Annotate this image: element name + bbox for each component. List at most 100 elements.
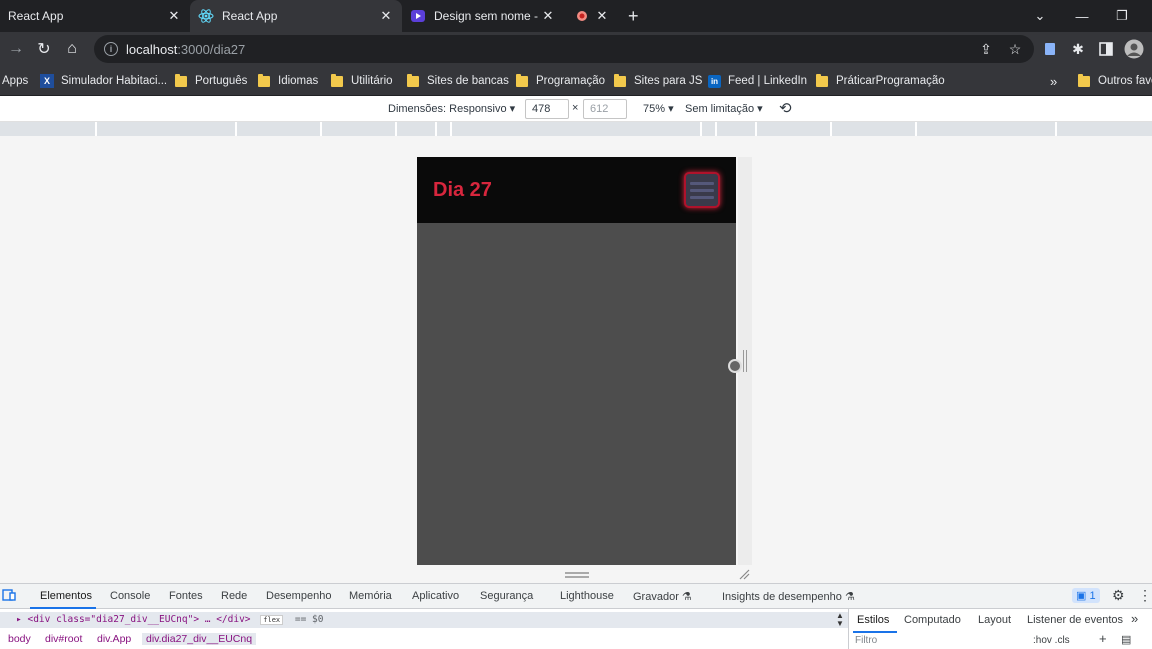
more-tabs-icon[interactable]: »	[1131, 611, 1138, 626]
folder-icon	[407, 73, 419, 87]
bookmark-label: Outros favo	[1098, 75, 1152, 87]
tab-layout[interactable]: Layout	[978, 614, 1011, 626]
tab-gravador[interactable]: Gravador ⚗	[633, 590, 692, 603]
zoom-select[interactable]: 75% ▾	[643, 102, 674, 115]
computed-styles-icon[interactable]: ▤	[1121, 633, 1131, 646]
bookmark-folder[interactable]: Utilitário	[331, 73, 393, 89]
tab-search-icon[interactable]: ⌄	[1020, 0, 1060, 32]
url-path: :3000/dia27	[177, 41, 246, 57]
tab-console[interactable]: Console	[110, 590, 150, 602]
tab-estilos[interactable]: Estilos	[857, 614, 889, 626]
menu-bar	[690, 195, 714, 199]
dimensions-select[interactable]: Dimensões: Responsivo ▾	[388, 102, 515, 115]
folder-icon	[258, 73, 270, 87]
flex-badge[interactable]: flex	[260, 615, 284, 625]
close-icon[interactable]: ✕	[540, 8, 556, 24]
tab-rede[interactable]: Rede	[221, 590, 247, 602]
height-input[interactable]: 612	[583, 99, 627, 119]
folder-icon	[175, 73, 187, 87]
more-bookmarks-icon[interactable]: »	[1050, 73, 1057, 89]
tab-insights[interactable]: Insights de desempenho ⚗	[722, 590, 855, 603]
resize-corner-icon[interactable]	[738, 568, 750, 580]
bookmark-folder-other[interactable]: Outros favo	[1078, 73, 1152, 89]
expand-arrow-icon[interactable]: ▸	[16, 614, 22, 625]
tab-aplicativo[interactable]: Aplicativo	[412, 590, 459, 602]
close-icon[interactable]: ✕	[596, 8, 608, 24]
extensions-icon[interactable]: ✱	[1066, 37, 1090, 61]
tab-desempenho[interactable]: Desempenho	[266, 590, 331, 602]
resize-grip-icon[interactable]	[743, 350, 747, 372]
browser-tab-active[interactable]: React App ✕	[190, 0, 402, 32]
minimize-icon[interactable]: —	[1062, 0, 1102, 32]
devtools-tab-bar: Elementos Console Fontes Rede Desempenho…	[0, 584, 1152, 609]
tab-computado[interactable]: Computado	[904, 614, 961, 626]
flask-icon: ⚗	[681, 591, 692, 603]
scroll-arrows-icon[interactable]: ▲ ▼	[836, 612, 844, 628]
folder-icon	[1078, 73, 1090, 87]
tab-elementos[interactable]: Elementos	[40, 590, 92, 602]
app-title: Dia 27	[433, 179, 492, 201]
throttle-label: Sem limitação	[685, 103, 755, 115]
close-icon[interactable]: ✕	[166, 8, 182, 24]
settings-gear-icon[interactable]: ⚙	[1112, 587, 1125, 604]
styles-filter-input[interactable]: Filtro	[855, 635, 877, 646]
close-icon[interactable]: ✕	[378, 8, 394, 24]
width-input[interactable]: 478	[525, 99, 569, 119]
bookmark-folder[interactable]: Português	[175, 73, 247, 89]
bookmark-apps[interactable]: Apps	[2, 73, 28, 89]
bookmark-folder[interactable]: Sites de bancas	[407, 73, 509, 89]
profile-avatar-icon[interactable]	[1122, 37, 1146, 61]
new-tab-button[interactable]: +	[620, 0, 648, 32]
reload-icon[interactable]: ↻	[32, 37, 56, 61]
styles-pane: Estilos Computado Layout Listener de eve…	[848, 609, 1152, 649]
bookmark-label: Sites de bancas	[427, 75, 509, 87]
extension-docs-icon[interactable]	[1038, 37, 1062, 61]
hamburger-menu-button[interactable]	[684, 172, 720, 208]
devtools-panel: Elementos Console Fontes Rede Desempenho…	[0, 583, 1152, 649]
breadcrumb-item[interactable]: body	[8, 633, 31, 645]
media-query-ruler[interactable]	[0, 122, 1152, 136]
restore-icon[interactable]: ❐	[1102, 0, 1142, 32]
back-icon[interactable]: →	[4, 37, 28, 61]
bookmark-folder[interactable]: Sites para JS	[614, 73, 702, 89]
side-panel-icon[interactable]	[1094, 37, 1118, 61]
tab-memoria[interactable]: Memória	[349, 590, 392, 602]
more-options-icon[interactable]: ⋮	[1138, 587, 1152, 604]
bookmark-item[interactable]: X Simulador Habitaci...	[40, 73, 167, 89]
menu-bar	[690, 188, 714, 192]
resize-handle-bottom[interactable]	[565, 572, 589, 578]
bookmark-folder[interactable]: Programação	[516, 73, 605, 89]
tab-listener[interactable]: Listener de eventos	[1027, 614, 1123, 626]
tab-seguranca[interactable]: Segurança	[480, 590, 533, 602]
breadcrumb-item[interactable]: div.App	[97, 633, 131, 645]
tab-lighthouse[interactable]: Lighthouse	[560, 590, 614, 602]
share-icon[interactable]: ⇪	[974, 37, 998, 61]
issues-badge[interactable]: ▣ 1	[1072, 588, 1100, 603]
browser-tab[interactable]: ✕	[568, 0, 616, 32]
breadcrumb-item-selected[interactable]: div.dia27_div__EUCnq	[142, 633, 257, 645]
tab-fontes[interactable]: Fontes	[169, 590, 203, 602]
bookmark-folder[interactable]: PráticarProgramação	[816, 73, 945, 89]
folder-icon	[331, 73, 343, 87]
browser-tab[interactable]: Design sem nome - Vídeo ✕	[402, 0, 564, 32]
bookmark-folder[interactable]: Idiomas	[258, 73, 318, 89]
add-rule-icon[interactable]: +	[1099, 631, 1107, 646]
home-icon[interactable]: ⌂	[60, 37, 84, 61]
bookmark-item[interactable]: in Feed | LinkedIn	[708, 73, 807, 89]
browser-tab[interactable]: React App ✕	[0, 0, 190, 32]
selected-dom-node[interactable]: ▸ <div class="dia27_div__EUCnq"> … </div…	[0, 612, 848, 628]
rotate-icon[interactable]: ⟲	[779, 99, 792, 117]
hov-cls-toggles[interactable]: :hov .cls	[1033, 635, 1070, 646]
address-bar[interactable]: i localhost :3000/dia27	[94, 35, 1034, 63]
site-info-icon[interactable]: i	[104, 42, 118, 56]
breadcrumb: body div#root div.App div.dia27_div__EUC…	[0, 630, 848, 649]
message-icon: ▣	[1076, 590, 1087, 602]
bookmark-star-icon[interactable]: ☆	[1003, 37, 1027, 61]
breadcrumb-item[interactable]: div#root	[45, 633, 82, 645]
bookmark-label: Utilitário	[351, 75, 393, 87]
tab-label: Insights de desempenho	[722, 591, 842, 603]
device-toggle-icon[interactable]	[2, 588, 16, 605]
app-header: Dia 27	[417, 157, 736, 223]
throttle-select[interactable]: Sem limitação ▾	[685, 102, 763, 115]
device-toolbar: Dimensões: Responsivo ▾ 478 × 612 75% ▾ …	[0, 96, 1152, 122]
